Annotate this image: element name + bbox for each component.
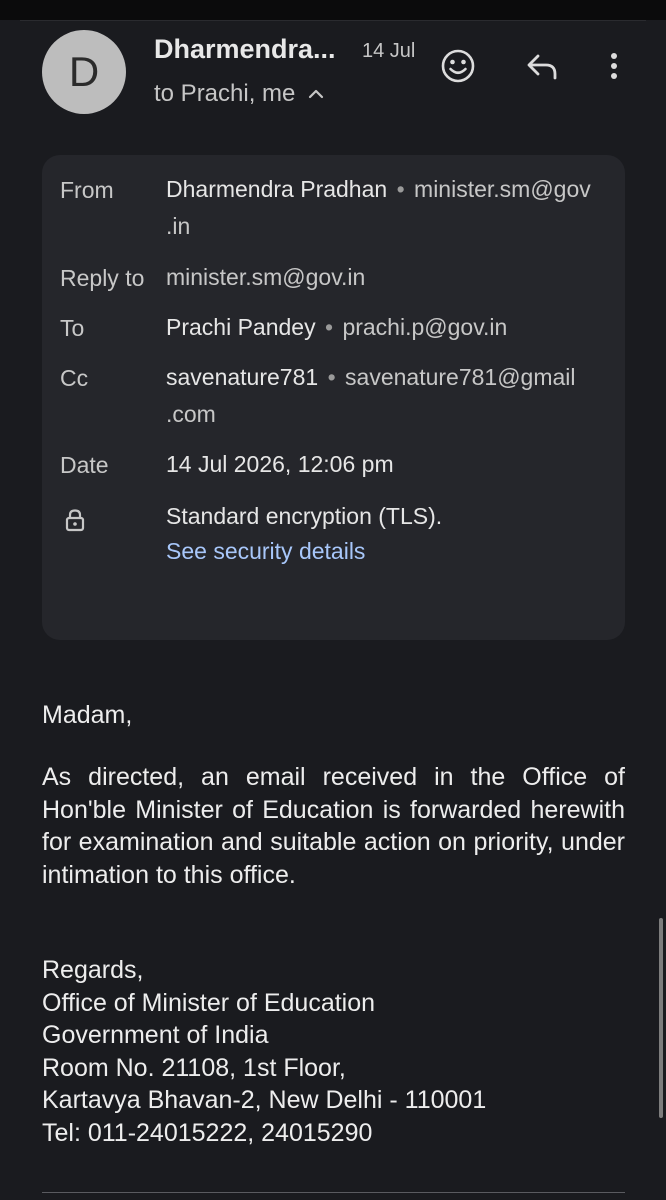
more-vert-icon (608, 50, 620, 87)
from-label: From (60, 177, 114, 203)
cc-label: Cc (60, 365, 89, 391)
cc-address-continued[interactable]: .com (166, 401, 216, 427)
reply-to-label: Reply to (60, 265, 145, 291)
signature-line: Government of India (42, 1021, 269, 1049)
to-value: Prachi Pandey • prachi.p@gov.in (166, 309, 611, 346)
body-paragraph: As directed, an email received in the Of… (42, 763, 625, 889)
status-bar-strip (0, 0, 666, 20)
signature: Regards, Office of Minister of Education… (42, 954, 625, 1149)
salutation: Madam, (42, 701, 133, 729)
avatar[interactable]: D (42, 30, 126, 114)
signature-line: Room No. 21108, 1st Floor, (42, 1053, 346, 1082)
see-security-details-link[interactable]: See security details (166, 538, 365, 565)
recipients-text: to Prachi, me (154, 80, 296, 107)
from-address-continued[interactable]: .in (166, 213, 190, 239)
cc-value: savenature781 • savenature781@gmail .com (166, 359, 611, 433)
scrollbar-thumb[interactable] (659, 918, 663, 1118)
message-details-card: From Dharmendra Pradhan • minister.sm@go… (42, 155, 625, 640)
signature-line: Office of Minister of Education (42, 988, 376, 1017)
emoji-reaction-button[interactable] (438, 48, 478, 88)
reply-icon (524, 48, 560, 89)
from-value: Dharmendra Pradhan • minister.sm@gov .in (166, 171, 611, 245)
date-value: 14 Jul 2026, 12:06 pm (166, 451, 394, 477)
from-name[interactable]: Dharmendra Pradhan (166, 176, 387, 202)
to-name[interactable]: Prachi Pandey (166, 314, 316, 340)
reply-to-value: minister.sm@gov.in (166, 259, 611, 296)
separator-dot: • (327, 364, 336, 390)
recipients-toggle[interactable]: to Prachi, me (154, 80, 325, 108)
date-label: Date (60, 452, 109, 478)
cc-name[interactable]: savenature781 (166, 364, 318, 390)
lock-icon (64, 508, 86, 532)
sender-name[interactable]: Dharmendra... (154, 34, 336, 65)
encryption-text: Standard encryption (TLS). (166, 503, 443, 529)
bottom-divider (42, 1192, 625, 1193)
to-label: To (60, 315, 85, 341)
reply-to-address[interactable]: minister.sm@gov.in (166, 264, 365, 290)
top-divider (20, 20, 646, 21)
separator-dot: • (324, 314, 334, 340)
cc-address[interactable]: savenature781@gmail (345, 364, 575, 390)
chevron-up-icon (307, 85, 325, 103)
to-address[interactable]: prachi.p@gov.in (342, 314, 507, 340)
message-date: 14 Jul (362, 40, 416, 62)
more-options-button[interactable] (594, 48, 634, 88)
separator-dot: • (396, 176, 405, 202)
avatar-letter: D (68, 48, 100, 95)
reply-button[interactable] (522, 48, 562, 88)
signature-phone[interactable]: Tel: 011-24015222, 24015290 (42, 1117, 625, 1150)
signature-closing: Regards, (42, 956, 144, 984)
signature-line: Kartavya Bhavan-2, New Delhi - 110001 (42, 1086, 487, 1114)
emoji-icon (440, 48, 476, 89)
from-address[interactable]: minister.sm@gov (414, 176, 591, 202)
